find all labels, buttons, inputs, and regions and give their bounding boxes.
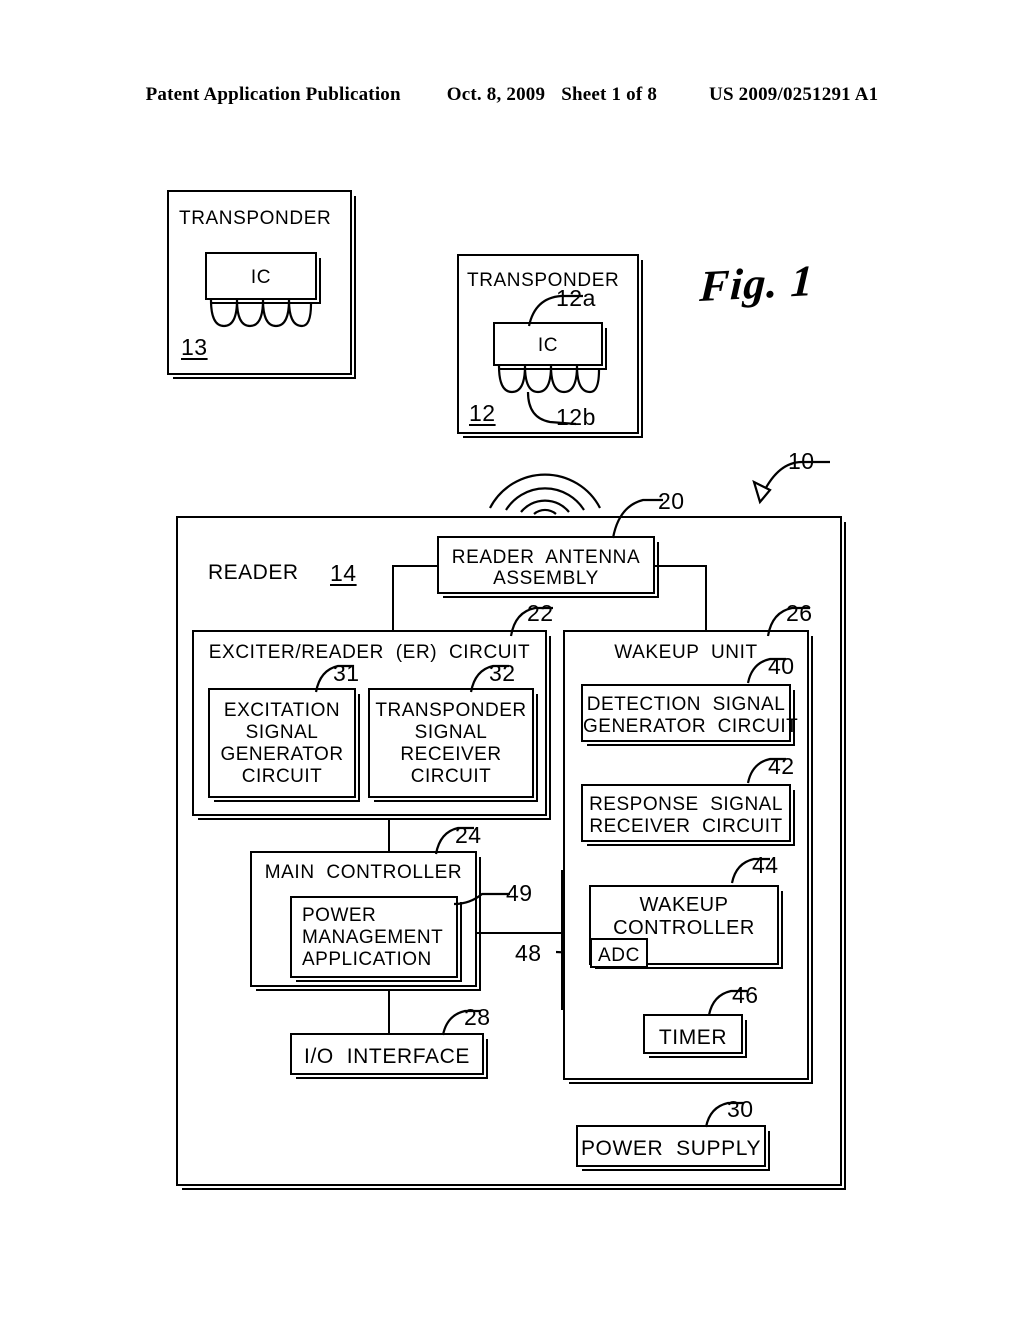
adc-link-ref: 48 (515, 940, 542, 966)
transponder-signal-receiver-circuit-label: TRANSPONDER SIGNAL RECEIVER CIRCUIT (375, 700, 527, 787)
wakeup-controller: WAKEUP CONTROLLER ADC (589, 885, 783, 969)
power-supply-ref: 30 (727, 1096, 754, 1122)
transponder-13: TRANSPONDER IC 13 (167, 190, 356, 379)
response-signal-receiver-circuit: RESPONSE SIGNAL RECEIVER CIRCUIT (581, 784, 795, 846)
transponder-12-ic-label: IC (537, 335, 559, 356)
power-management-application-label: POWER MANAGEMENT APPLICATION (302, 905, 444, 970)
io-interface: I/O INTERFACE (290, 1033, 488, 1079)
wakeup-controller-label: WAKEUP CONTROLLER (613, 894, 755, 939)
transponder-12-title: TRANSPONDER (467, 270, 620, 291)
wire-antenna-to-er-v (392, 565, 395, 631)
power-management-application-ref: 49 (506, 880, 533, 906)
excitation-circuit-ref: 31 (333, 660, 360, 686)
io-interface-label: I/O INTERFACE (304, 1045, 470, 1068)
er-circuit-ref: 22 (527, 600, 554, 626)
wire-antenna-to-er-h (392, 565, 439, 568)
transponder-signal-receiver-circuit: TRANSPONDER SIGNAL RECEIVER CIRCUIT (368, 688, 538, 802)
wire-antenna-to-wakeup-h (653, 565, 707, 568)
wakeup-unit-ref: 26 (786, 600, 813, 626)
exciter-reader-circuit: EXCITER/READER (ER) CIRCUIT EXCITATION S… (192, 630, 551, 820)
rf-waves-icon (489, 473, 601, 515)
excitation-signal-generator-circuit: EXCITATION SIGNAL GENERATOR CIRCUIT (208, 688, 360, 802)
publication-header: Patent Application Publication Oct. 8, 2… (0, 84, 1024, 106)
timer-ref: 46 (732, 982, 759, 1008)
power-supply: POWER SUPPLY (576, 1125, 770, 1171)
transponder-13-ic: IC (205, 252, 321, 304)
reader-antenna-ref: 20 (658, 488, 685, 514)
response-signal-receiver-circuit-label: RESPONSE SIGNAL RECEIVER CIRCUIT (589, 794, 783, 837)
adc-block: ADC (590, 938, 648, 968)
transponder-12-ic-ref: 12a (556, 285, 596, 311)
receiver-circuit-ref: 32 (489, 660, 516, 686)
power-supply-label: POWER SUPPLY (580, 1137, 762, 1160)
wire-main-controller-to-adc-h (477, 932, 563, 935)
response-circuit-ref: 42 (768, 753, 795, 779)
reader-antenna-assembly-label: READER ANTENNA ASSEMBLY (451, 547, 641, 590)
transponder-13-ic-label: IC (250, 267, 272, 288)
patent-number: US 2009/0251291 A1 (709, 84, 879, 105)
sheet-number: Sheet 1 of 8 (561, 84, 658, 105)
leader-system-10 (752, 460, 830, 505)
detection-signal-generator-circuit: DETECTION SIGNAL GENERATOR CIRCUIT (581, 684, 799, 746)
transponder-13-ref: 13 (181, 334, 208, 360)
reader-ref: 14 (330, 560, 357, 586)
timer-block: TIMER (643, 1014, 747, 1058)
figure-caption: Fig. 1 (698, 256, 816, 311)
main-controller-ref: 24 (455, 822, 482, 848)
wire-antenna-to-wakeup-v (705, 565, 708, 631)
transponder-13-coil-icon (209, 299, 313, 328)
detection-circuit-ref: 40 (768, 653, 795, 679)
wire-main-controller-to-io (388, 989, 391, 1035)
publication-title: Patent Application Publication (145, 84, 401, 105)
reader-title: READER (208, 561, 299, 584)
main-controller: MAIN CONTROLLER POWER MANAGEMENT APPLICA… (250, 851, 481, 991)
transponder-12-coil-ref: 12b (556, 404, 596, 430)
excitation-signal-generator-circuit-label: EXCITATION SIGNAL GENERATOR CIRCUIT (220, 700, 344, 787)
power-management-application: POWER MANAGEMENT APPLICATION (290, 896, 462, 982)
transponder-12-ref: 12 (469, 400, 496, 426)
reader-antenna-assembly: READER ANTENNA ASSEMBLY (437, 536, 659, 598)
detection-signal-generator-circuit-label: DETECTION SIGNAL GENERATOR CIRCUIT (583, 694, 799, 737)
timer-label: TIMER (658, 1026, 728, 1049)
transponder-13-title: TRANSPONDER (179, 208, 332, 229)
leader-49 (453, 892, 510, 906)
leader-20 (611, 498, 663, 539)
system-ref: 10 (788, 448, 815, 474)
wakeup-controller-ref: 44 (752, 852, 779, 878)
main-controller-title: MAIN CONTROLLER (264, 862, 463, 883)
publication-date: Oct. 8, 2009 (446, 84, 546, 105)
adc-label: ADC (598, 945, 640, 966)
io-interface-ref: 28 (464, 1004, 491, 1030)
